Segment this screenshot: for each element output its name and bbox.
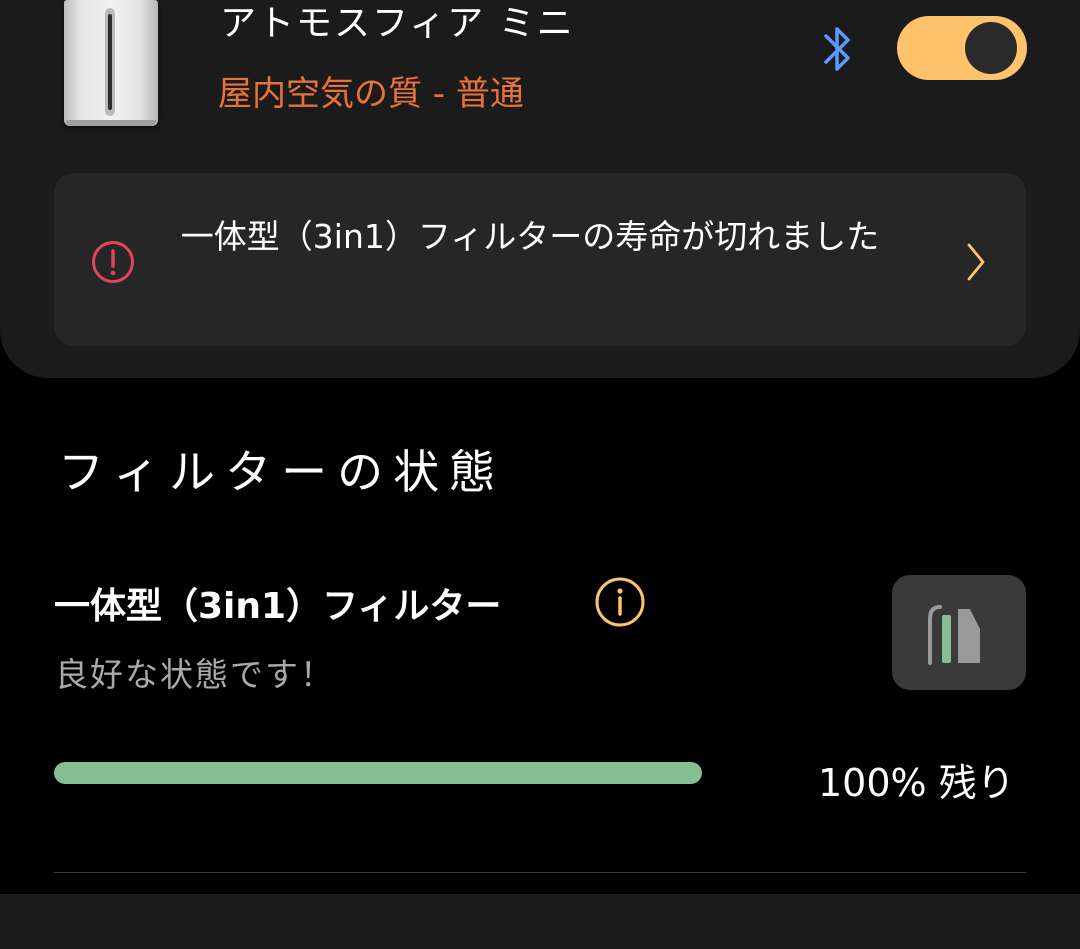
bottom-panel (0, 894, 1080, 949)
power-toggle[interactable] (897, 16, 1027, 80)
filter-icon (928, 605, 980, 665)
divider (54, 872, 1026, 873)
toggle-knob (965, 22, 1017, 74)
air-quality-status: 屋内空気の質 - 普通 (218, 74, 524, 114)
section-title: フィルターの状態 (58, 445, 506, 499)
filter-image (892, 575, 1026, 690)
chevron-right-icon[interactable] (964, 240, 988, 284)
remaining-label: 100% 残り (818, 761, 1015, 805)
info-icon[interactable] (594, 576, 646, 628)
filter-status: 良好な状態です！ (55, 655, 335, 694)
filter-life-fill (54, 762, 702, 784)
alert-message: 一体型（3in1）フィルターの寿命が切れました (180, 217, 880, 256)
bluetooth-icon (824, 27, 850, 71)
device-image (64, 0, 158, 126)
filter-life-bar (54, 762, 702, 784)
filter-name: 一体型（3in1）フィルター (54, 586, 502, 627)
exclamation-circle-icon (92, 241, 134, 283)
device-name: アトモスフィア ミニ (220, 3, 575, 44)
